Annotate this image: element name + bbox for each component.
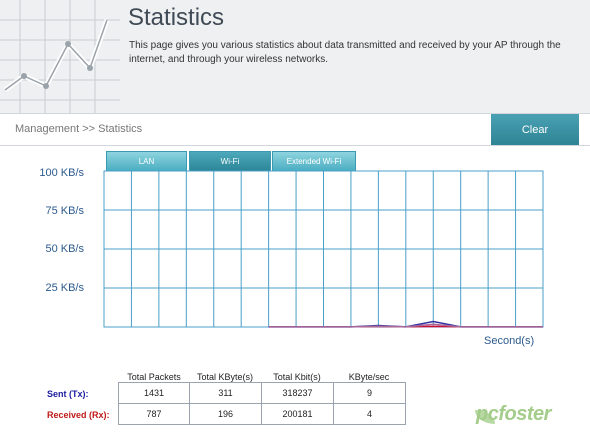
table-cell: 200181 xyxy=(261,403,334,425)
table-row: 1431 311 318237 9 xyxy=(118,382,406,404)
table-cell: 196 xyxy=(189,403,262,425)
received-row-label: Received (Rx): xyxy=(47,410,110,420)
table-cell: 787 xyxy=(118,403,190,425)
throughput-chart xyxy=(103,170,544,328)
table-cell: 318237 xyxy=(261,382,334,404)
column-header: Total KByte(s) xyxy=(196,372,254,382)
table-row: 787 196 200181 4 xyxy=(118,403,406,425)
sent-row-label: Sent (Tx): xyxy=(47,389,89,399)
table-cell: 1431 xyxy=(118,382,190,404)
column-header: KByte/sec xyxy=(348,372,390,382)
table-cell: 4 xyxy=(333,403,406,425)
table-cell: 9 xyxy=(333,382,406,404)
watermark-logo: pcfoster xyxy=(476,403,551,425)
column-header: Total Kbit(s) xyxy=(273,372,321,382)
x-axis-label: Second(s) xyxy=(484,335,535,347)
stats-table: 1431 311 318237 9 787 196 200181 4 xyxy=(118,382,406,425)
statistics-page: Statistics This page gives you various s… xyxy=(0,0,590,433)
table-cell: 311 xyxy=(189,382,262,404)
column-header: Total Packets xyxy=(127,372,181,382)
